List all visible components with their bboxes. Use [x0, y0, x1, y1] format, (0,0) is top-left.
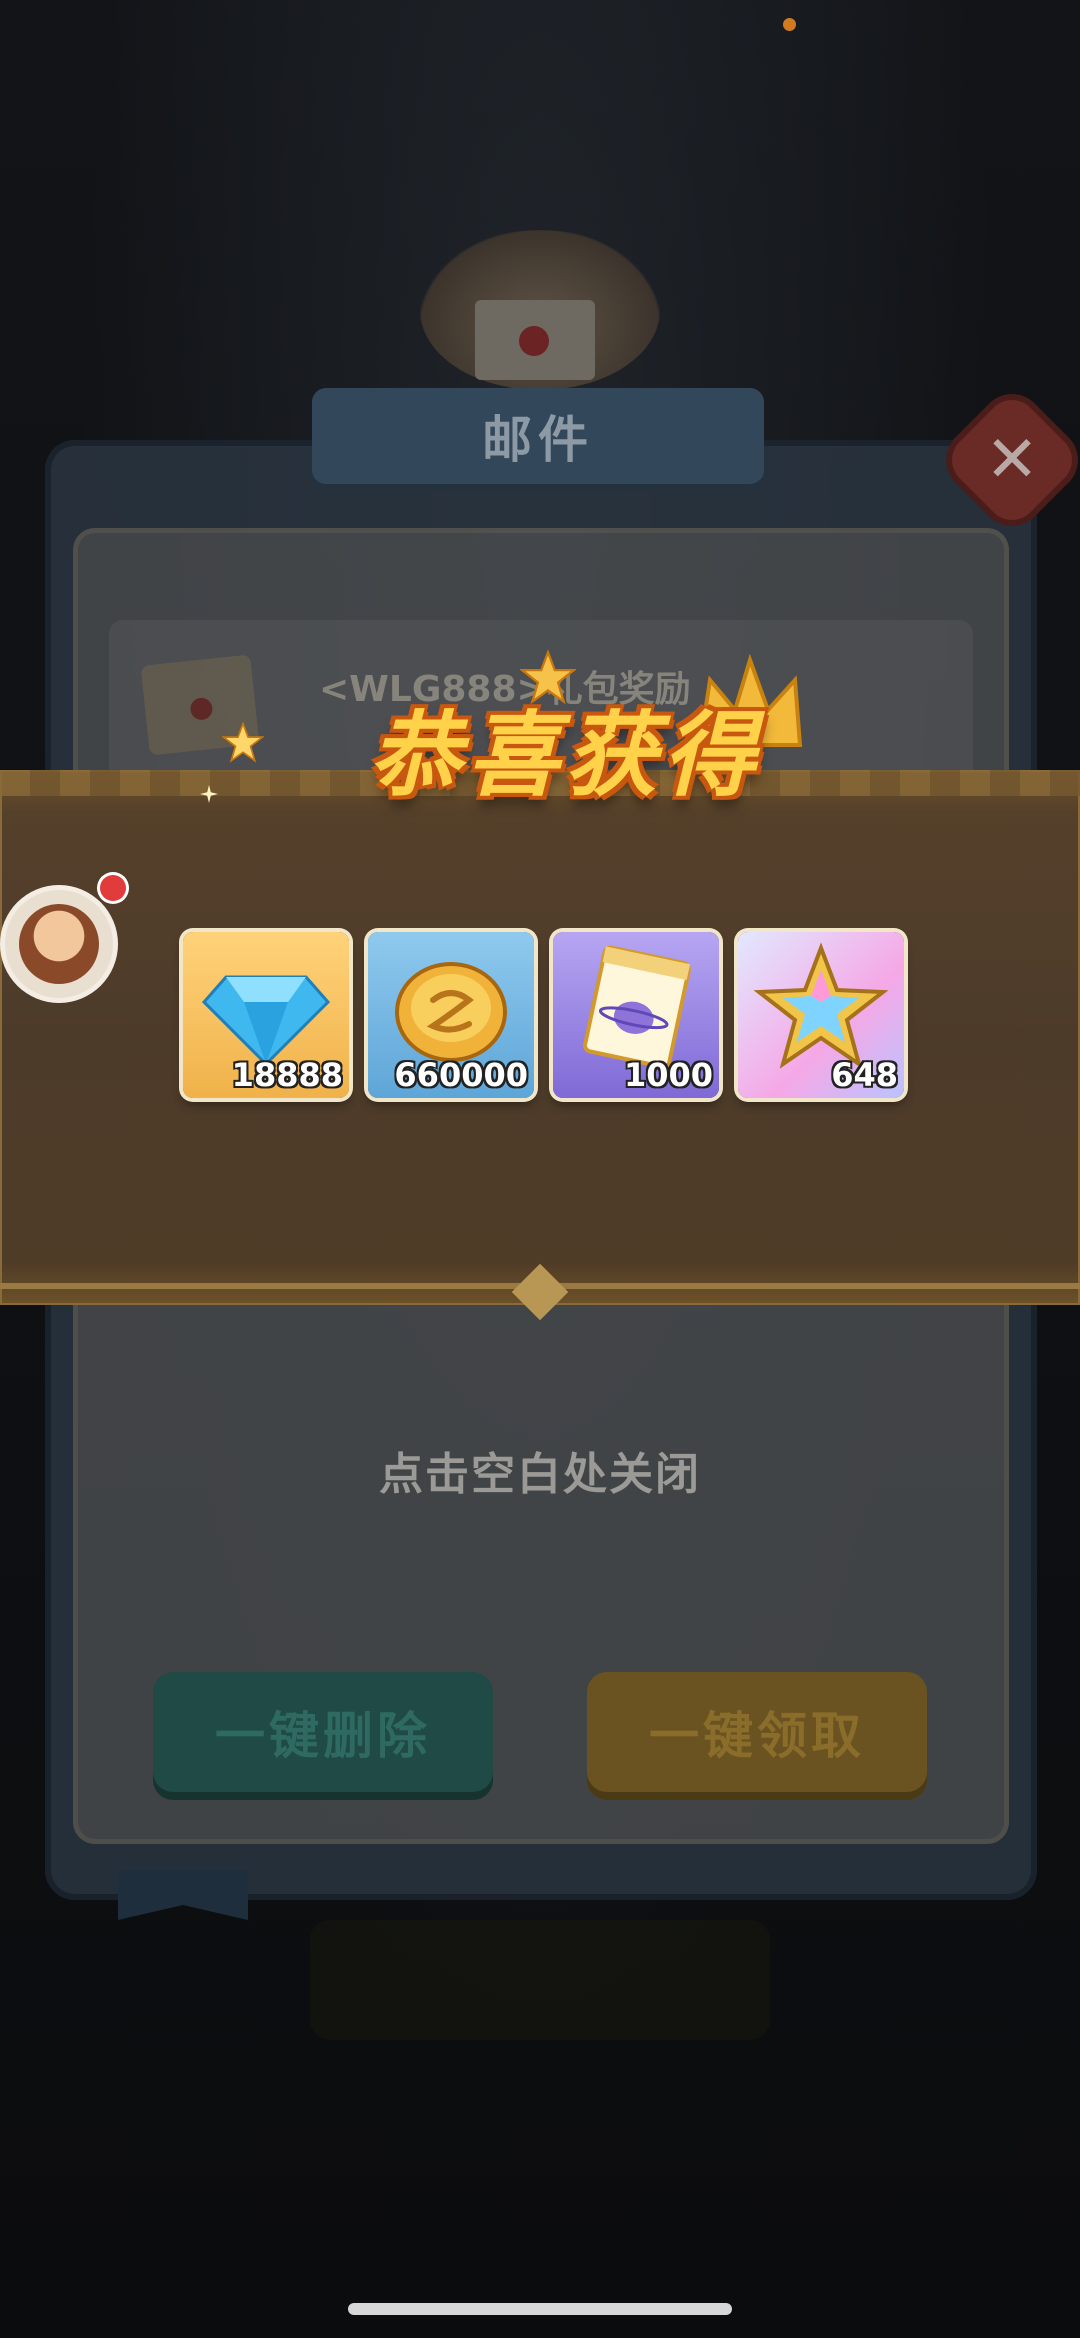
mail-title: 邮件 — [482, 411, 594, 469]
reward-item-star[interactable]: 648 — [738, 932, 904, 1098]
close-icon: ✕ — [985, 423, 1039, 497]
reward-count: 18888 — [231, 1056, 343, 1094]
reward-count: 1000 — [623, 1056, 713, 1094]
diamond-icon — [201, 975, 331, 1067]
home-indicator[interactable] — [348, 2303, 732, 2315]
avatar[interactable] — [5, 890, 113, 998]
reward-title: 恭喜获得 — [305, 682, 825, 812]
letter-icon — [475, 300, 595, 380]
reward-item-diamond[interactable]: 18888 — [183, 932, 349, 1098]
twinkle-icon — [200, 785, 218, 803]
reward-item-gold[interactable]: 660000 — [368, 932, 534, 1098]
reward-items: 18888 660000 1000 648 — [183, 932, 904, 1098]
reward-count: 660000 — [394, 1056, 528, 1094]
integral-ticket-icon — [583, 945, 691, 1069]
background-button-ghost — [310, 1920, 770, 2040]
delete-all-button[interactable]: 一键删除 — [153, 1672, 493, 1792]
reward-item-integral[interactable]: 1000 — [553, 932, 719, 1098]
claim-all-button[interactable]: 一键领取 — [587, 1672, 927, 1792]
status-indicator-dot — [783, 18, 796, 31]
tap-to-close-hint: 点击空白处关闭 — [379, 1449, 701, 1500]
star-sparkle-icon — [222, 722, 264, 763]
notification-badge — [100, 875, 126, 901]
reward-count: 648 — [831, 1056, 898, 1094]
close-button[interactable]: ✕ — [941, 389, 1080, 531]
reward-title-text: 恭喜获得 — [368, 701, 761, 809]
star-crystal-icon — [753, 942, 889, 1069]
mail-title-ribbon: 邮件 — [312, 388, 764, 484]
gold-coin-icon — [395, 962, 507, 1062]
